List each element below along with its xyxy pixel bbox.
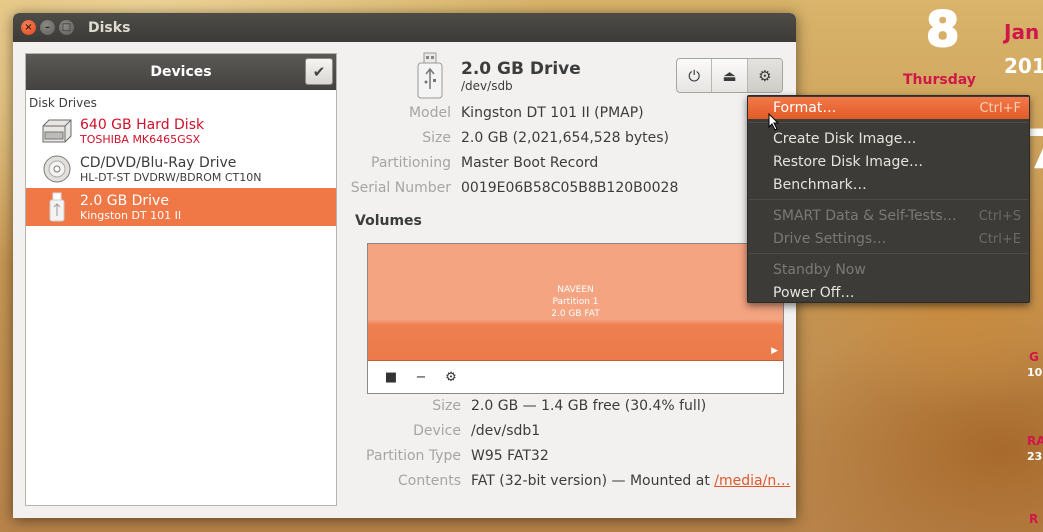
device-subtitle: Kingston DT 101 II — [80, 208, 182, 222]
volumes-heading: Volumes — [355, 213, 422, 229]
drive-icon — [413, 51, 447, 105]
gear-icon: ⚙ — [758, 66, 772, 85]
prop-value-size: 2.0 GB (2,021,654,528 bytes) — [461, 130, 669, 146]
menu-item-create-image[interactable]: Create Disk Image… — [748, 128, 1029, 150]
unmount-button[interactable]: ■ — [376, 370, 406, 385]
power-off-button[interactable]: ⏻ — [677, 59, 713, 92]
menu-item-label: Power Off… — [773, 285, 855, 301]
desktop-widget-value: 23 — [1027, 450, 1043, 463]
device-title: 2.0 GB Drive — [80, 192, 169, 209]
menu-item-standby[interactable]: Standby Now — [748, 259, 1029, 281]
menu-item-label: SMART Data & Self-Tests… — [773, 208, 957, 224]
menu-item-restore-image[interactable]: Restore Disk Image… — [748, 151, 1029, 173]
checkmark-icon: ✔ — [312, 62, 326, 81]
device-title: CD/DVD/Blu-Ray Drive — [80, 154, 237, 171]
partition-description: 2.0 GB FAT — [551, 309, 600, 319]
vol-value-device: /dev/sdb1 — [471, 423, 541, 439]
menu-item-accel: Ctrl+F — [979, 100, 1021, 116]
menu-item-accel: Ctrl+E — [978, 231, 1021, 247]
delete-partition-button[interactable]: − — [406, 370, 436, 385]
play-arrow-icon: ▶ — [771, 346, 778, 356]
menu-item-label: Create Disk Image… — [773, 131, 917, 147]
menu-separator — [749, 253, 1028, 254]
devices-sidebar: Devices ✔ Disk Drives 640 GB Hard Disk T… — [25, 53, 337, 506]
prop-value-partitioning: Master Boot Record — [461, 155, 599, 171]
partition-name: NAVEEN — [557, 285, 594, 295]
menu-separator — [749, 122, 1028, 123]
desktop-clock-month: Jan — [1004, 20, 1040, 44]
menu-item-format[interactable]: Format… Ctrl+F — [748, 97, 1029, 119]
prop-label-serial: Serial Number — [350, 180, 451, 196]
stop-icon: ■ — [384, 370, 398, 385]
prop-label-size: Size — [422, 130, 451, 146]
vol-label-partition-type: Partition Type — [366, 448, 461, 464]
volumes-map: NAVEEN Partition 1 2.0 GB FAT ▶ ■ − ⚙ — [367, 243, 784, 394]
device-subtitle: HL-DT-ST DVDRW/BDROM CT10N — [80, 170, 262, 184]
vol-value-partition-type: W95 FAT32 — [471, 448, 549, 464]
vol-value-contents: FAT (32-bit version) — Mounted at /media… — [471, 473, 790, 489]
maximize-icon[interactable]: □ — [59, 20, 74, 35]
vol-label-device: Device — [413, 423, 461, 439]
menu-item-label: Standby Now — [773, 262, 866, 278]
menu-separator — [749, 199, 1028, 200]
vol-value-size: 2.0 GB — 1.4 GB free (30.4% full) — [471, 398, 707, 414]
sidebar-item-optical-drive[interactable]: CD/DVD/Blu-Ray Drive HL-DT-ST DVDRW/BDRO… — [26, 150, 336, 188]
eject-icon: ⏏ — [722, 66, 737, 85]
menu-item-label: Drive Settings… — [773, 231, 887, 247]
menu-item-accel: Ctrl+S — [978, 208, 1021, 224]
mount-point-link[interactable]: /media/n… — [714, 473, 790, 489]
prop-label-model: Model — [408, 105, 451, 121]
sidebar-section-label: Disk Drives — [29, 96, 97, 110]
sidebar-item-usb-drive[interactable]: 2.0 GB Drive Kingston DT 101 II — [26, 188, 336, 226]
sidebar-header-label: Devices — [150, 64, 212, 80]
drive-path: /dev/sdb — [461, 79, 513, 93]
optical-disc-icon — [40, 153, 74, 185]
partition-number: Partition 1 — [552, 297, 599, 307]
select-mode-button[interactable]: ✔ — [305, 58, 333, 85]
prop-value-model: Kingston DT 101 II (PMAP) — [461, 105, 644, 121]
drive-options-button[interactable]: ⚙ — [747, 59, 782, 92]
window-title: Disks — [88, 19, 131, 36]
menu-item-label: Restore Disk Image… — [773, 154, 923, 170]
contents-text: FAT (32-bit version) — Mounted at — [471, 473, 715, 489]
minus-icon: − — [415, 370, 427, 385]
power-icon: ⏻ — [688, 66, 701, 85]
hard-disk-icon — [40, 115, 74, 147]
desktop-widget-label: RA — [1027, 434, 1043, 448]
menu-item-label: Benchmark… — [773, 177, 867, 193]
device-subtitle: TOSHIBA MK6465GSX — [80, 132, 201, 146]
mouse-cursor-icon — [768, 112, 780, 135]
usb-drive-icon — [40, 191, 74, 223]
desktop-widget-value: 10 — [1027, 366, 1043, 379]
vol-label-size: Size — [432, 398, 461, 414]
gears-icon: ⚙ — [445, 370, 457, 385]
desktop-clock-weekday: Thursday — [903, 72, 976, 88]
drive-title: 2.0 GB Drive — [461, 59, 581, 79]
drive-toolbar: ⏻ ⏏ ⚙ — [676, 58, 783, 93]
volume-toolbar: ■ − ⚙ — [368, 362, 466, 393]
menu-item-benchmark[interactable]: Benchmark… — [748, 174, 1029, 196]
disks-window: × – □ Disks Devices ✔ Disk Drives 640 GB… — [13, 13, 796, 518]
drive-options-menu: Format… Ctrl+F Create Disk Image… Restor… — [747, 95, 1030, 303]
partition-options-button[interactable]: ⚙ — [436, 370, 466, 385]
desktop-widget-label: R — [1029, 512, 1039, 526]
sidebar-item-hard-disk[interactable]: 640 GB Hard Disk TOSHIBA MK6465GSX — [26, 112, 336, 150]
menu-item-label: Format… — [773, 100, 837, 116]
desktop-widget-label: G — [1029, 350, 1039, 364]
close-icon[interactable]: × — [21, 20, 36, 35]
prop-value-serial: 0019E06B58C05B8B120B0028 — [461, 180, 679, 196]
device-title: 640 GB Hard Disk — [80, 116, 205, 133]
menu-item-drive-settings[interactable]: Drive Settings… Ctrl+E — [748, 228, 1029, 250]
sidebar-header: Devices ✔ — [26, 54, 336, 90]
eject-button[interactable]: ⏏ — [712, 59, 748, 92]
title-bar[interactable]: × – □ Disks — [13, 13, 796, 42]
partition-block[interactable]: NAVEEN Partition 1 2.0 GB FAT ▶ — [368, 244, 783, 361]
menu-item-power-off[interactable]: Power Off… — [748, 282, 1029, 304]
prop-label-partitioning: Partitioning — [371, 155, 451, 171]
vol-label-contents: Contents — [398, 473, 461, 489]
desktop-clock-day: 8 — [925, 1, 962, 59]
desktop-clock-year: 201 — [1004, 54, 1043, 78]
menu-item-smart[interactable]: SMART Data & Self-Tests… Ctrl+S — [748, 205, 1029, 227]
minimize-icon[interactable]: – — [40, 20, 55, 35]
